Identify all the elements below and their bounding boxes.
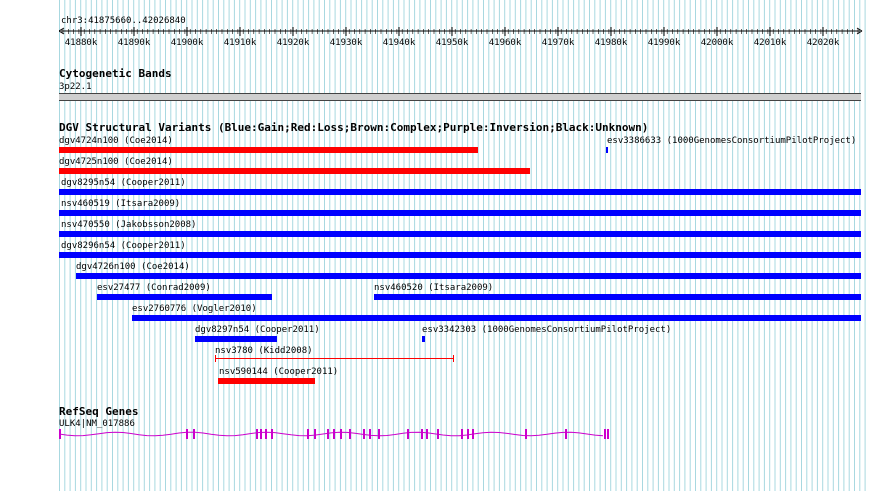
- gene-exon: [349, 429, 351, 439]
- ruler-tick-label: 42000k: [701, 38, 734, 48]
- ruler-tick-label: 41970k: [542, 38, 575, 48]
- sv-feature-label[interactable]: esv2760776 (Vogler2010): [132, 304, 257, 314]
- ruler-tick-label: 41930k: [330, 38, 363, 48]
- gene-exon: [271, 429, 273, 439]
- sv-feature-label[interactable]: nsv590144 (Cooper2011): [219, 367, 338, 377]
- ruler-tick-label: 41980k: [595, 38, 628, 48]
- coordinate-label: chr3:41875660..42026840: [61, 16, 186, 26]
- sv-feature-bar[interactable]: [59, 252, 861, 258]
- gene-exon: [260, 429, 262, 439]
- cytoband-ideogram[interactable]: [59, 93, 861, 101]
- gene-exon: [186, 429, 188, 439]
- sv-feature-label[interactable]: dgv8297n54 (Cooper2011): [195, 325, 320, 335]
- sv-feature-bar[interactable]: [59, 168, 530, 174]
- ruler-tick-label: 41960k: [489, 38, 522, 48]
- gene-exon: [525, 429, 527, 439]
- ruler-tick-label: 41940k: [383, 38, 416, 48]
- sv-feature-label[interactable]: dgv4724n100 (Coe2014): [59, 136, 173, 146]
- dgv-track-title: DGV Structural Variants (Blue:Gain;Red:L…: [59, 121, 649, 134]
- sv-feature-bar[interactable]: [374, 294, 861, 300]
- ruler-tick-label: 41920k: [277, 38, 310, 48]
- sv-feature-end-cap: [215, 355, 216, 362]
- sv-feature-label[interactable]: esv3342303 (1000GenomesConsortiumPilotPr…: [422, 325, 671, 335]
- gene-exon: [314, 429, 316, 439]
- sv-feature-label[interactable]: dgv8296n54 (Cooper2011): [61, 241, 186, 251]
- sv-feature-bar[interactable]: [606, 147, 608, 153]
- sv-feature-label[interactable]: dgv4726n100 (Coe2014): [76, 262, 190, 272]
- gene-exon: [426, 429, 428, 439]
- gene-exon: [340, 429, 342, 439]
- sv-feature-label[interactable]: nsv460520 (Itsara2009): [374, 283, 493, 293]
- gene-exon: [378, 429, 380, 439]
- refseq-track-title: RefSeq Genes: [59, 405, 139, 418]
- sv-feature-label[interactable]: dgv8295n54 (Cooper2011): [61, 178, 186, 188]
- ruler-tick-label: 41890k: [118, 38, 151, 48]
- sv-feature-bar[interactable]: [59, 189, 861, 195]
- ruler-tick-label: 42020k: [807, 38, 840, 48]
- gene-exon: [363, 429, 365, 439]
- gene-exon: [421, 429, 423, 439]
- sv-feature-bar[interactable]: [59, 210, 861, 216]
- sv-feature-label[interactable]: nsv460519 (Itsara2009): [61, 199, 180, 209]
- sv-feature-bar[interactable]: [97, 294, 272, 300]
- gene-exon: [565, 429, 567, 439]
- gene-exon: [461, 429, 463, 439]
- ruler-tick-label: 41880k: [65, 38, 98, 48]
- sv-feature-label[interactable]: esv3386633 (1000GenomesConsortiumPilotPr…: [607, 136, 856, 146]
- gene-intron-line: [59, 431, 604, 437]
- gene-exon: [193, 429, 195, 439]
- ruler-tick-label: 41950k: [436, 38, 469, 48]
- gene-exon: [327, 429, 329, 439]
- gene-exon: [607, 429, 609, 439]
- gene-exon: [604, 429, 606, 439]
- sv-feature-label[interactable]: nsv470550 (Jakobsson2008): [61, 220, 196, 230]
- gene-exon: [407, 429, 409, 439]
- sv-feature-label[interactable]: dgv4725n100 (Coe2014): [59, 157, 173, 167]
- gene-exon: [256, 429, 258, 439]
- gene-exon: [307, 429, 309, 439]
- sv-feature-bar[interactable]: [218, 378, 315, 384]
- refseq-gene-model[interactable]: [59, 425, 619, 445]
- gene-exon: [437, 429, 439, 439]
- genome-browser-view: chr3:41875660..42026840 41880k 41890k 4190…: [0, 0, 890, 491]
- sv-feature-span-line[interactable]: [215, 358, 454, 359]
- ruler-tick-label: 41900k: [171, 38, 204, 48]
- sv-feature-label[interactable]: nsv3780 (Kidd2008): [215, 346, 313, 356]
- ruler-tick-label: 41910k: [224, 38, 257, 48]
- cytoband-label: 3p22.1: [59, 82, 92, 92]
- gene-exon: [265, 429, 267, 439]
- ruler-tick-label: 42010k: [754, 38, 787, 48]
- sv-feature-end-cap: [453, 355, 454, 362]
- sv-feature-label[interactable]: esv27477 (Conrad2009): [97, 283, 211, 293]
- gene-exon: [472, 429, 474, 439]
- sv-feature-bar[interactable]: [76, 273, 861, 279]
- sv-feature-bar[interactable]: [59, 231, 861, 237]
- gene-exon: [467, 429, 469, 439]
- ruler-tick-label: 41990k: [648, 38, 681, 48]
- sv-feature-bar[interactable]: [132, 315, 861, 321]
- ruler-axis[interactable]: 41880k 41890k 41900k 41910k 41920k 41930k 4194…: [59, 26, 864, 48]
- cytoband-track-title: Cytogenetic Bands: [59, 67, 172, 80]
- sv-feature-bar[interactable]: [59, 147, 478, 153]
- sv-feature-bar[interactable]: [195, 336, 277, 342]
- gene-exon: [369, 429, 371, 439]
- gene-exon: [333, 429, 335, 439]
- gene-exon: [59, 429, 61, 439]
- sv-feature-bar[interactable]: [422, 336, 425, 342]
